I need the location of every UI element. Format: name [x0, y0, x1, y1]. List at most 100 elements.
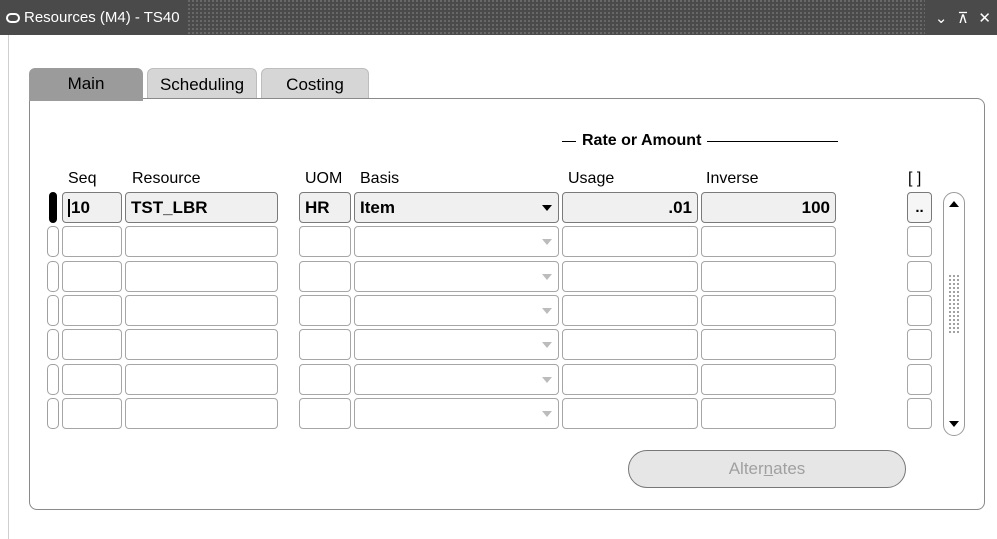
tab-main[interactable]: Main [29, 68, 143, 100]
title-bar: Resources (M4) - TS40 ⌄ ⊼ ✕ [0, 0, 997, 35]
usage-field[interactable] [562, 261, 698, 292]
row-indicator[interactable] [47, 261, 59, 292]
basis-select[interactable] [354, 295, 559, 326]
inverse-field[interactable] [701, 329, 836, 360]
more-button-label: .. [915, 199, 924, 216]
scroll-down-icon[interactable] [946, 416, 962, 432]
tab-costing[interactable]: Costing [261, 68, 369, 100]
chevron-down-icon[interactable] [542, 376, 552, 383]
close-icon[interactable]: ✕ [978, 9, 991, 27]
row-indicator[interactable] [47, 226, 59, 257]
inverse-field[interactable] [701, 261, 836, 292]
row-indicator[interactable] [47, 329, 59, 360]
basis-select[interactable] [354, 261, 559, 292]
more-button[interactable] [907, 329, 932, 360]
basis-select[interactable] [354, 226, 559, 257]
resource-field[interactable] [125, 364, 278, 395]
chevron-down-icon[interactable] [542, 307, 552, 314]
usage-field[interactable] [562, 329, 698, 360]
seq-field[interactable] [62, 364, 122, 395]
more-button[interactable] [907, 295, 932, 326]
basis-select[interactable] [354, 329, 559, 360]
uom-field[interactable] [299, 398, 351, 429]
seq-field[interactable] [62, 329, 122, 360]
basis-select[interactable] [354, 364, 559, 395]
more-button[interactable] [907, 226, 932, 257]
resource-field[interactable] [125, 295, 278, 326]
row-indicator[interactable] [47, 295, 59, 326]
seq-field[interactable] [62, 226, 122, 257]
more-button[interactable]: .. [907, 192, 932, 223]
maximize-icon[interactable]: ⊼ [957, 9, 968, 27]
uom-field[interactable] [299, 261, 351, 292]
active-tab-connector [29, 98, 143, 101]
inverse-field[interactable] [701, 398, 836, 429]
inverse-field[interactable] [701, 226, 836, 257]
basis-select-value: Item [360, 197, 395, 217]
inverse-field[interactable] [701, 364, 836, 395]
uom-field-value: HR [305, 197, 330, 217]
minimize-icon[interactable]: ⌄ [935, 9, 948, 27]
more-button[interactable] [907, 364, 932, 395]
resource-field-value: TST_LBR [131, 197, 208, 217]
col-header-inverse: Inverse [706, 170, 759, 187]
title-area: Resources (M4) - TS40 [0, 0, 188, 35]
more-button[interactable] [907, 398, 932, 429]
usage-field[interactable] [562, 398, 698, 429]
alternates-label-post: ates [773, 459, 806, 478]
resource-field[interactable]: TST_LBR [125, 192, 278, 223]
tab-costing-label: Costing [286, 74, 344, 94]
inverse-field[interactable] [701, 295, 836, 326]
resource-field[interactable] [125, 226, 278, 257]
chevron-down-icon[interactable] [542, 238, 552, 245]
usage-field-value: .01 [668, 197, 692, 217]
resource-field[interactable] [125, 329, 278, 360]
alternates-label-pre: Alter [728, 459, 764, 478]
inverse-field-value: 100 [801, 197, 830, 217]
col-header-usage: Usage [568, 170, 615, 187]
uom-field[interactable] [299, 295, 351, 326]
seq-field[interactable] [62, 398, 122, 429]
chevron-down-icon[interactable] [542, 410, 552, 417]
window-menu-icon[interactable] [6, 12, 20, 23]
group-label-text: Rate or Amount [582, 132, 702, 149]
rate-or-amount-group: Rate or Amount [562, 131, 838, 151]
seq-field[interactable] [62, 295, 122, 326]
alternates-label-mnemonic: n [763, 459, 774, 478]
chevron-down-icon[interactable] [542, 341, 552, 348]
uom-field[interactable] [299, 329, 351, 360]
inverse-field[interactable]: 100 [701, 192, 836, 223]
group-line-left [562, 140, 576, 142]
row-indicator[interactable] [47, 364, 59, 395]
col-header-seq: Seq [68, 170, 97, 187]
resource-field[interactable] [125, 398, 278, 429]
resource-field[interactable] [125, 261, 278, 292]
seq-field[interactable]: 10 [62, 192, 122, 223]
basis-select[interactable] [354, 398, 559, 429]
tab-scheduling[interactable]: Scheduling [147, 68, 257, 100]
chevron-down-icon[interactable] [542, 204, 552, 211]
scroll-up-icon[interactable] [946, 196, 962, 212]
row-indicator[interactable] [47, 398, 59, 429]
seq-field-value: 10 [71, 197, 90, 217]
more-button[interactable] [907, 261, 932, 292]
col-header-basis: Basis [360, 170, 400, 187]
col-header-more: [ ] [908, 170, 922, 187]
seq-field[interactable] [62, 261, 122, 292]
uom-field[interactable] [299, 364, 351, 395]
usage-field[interactable] [562, 295, 698, 326]
uom-field[interactable]: HR [299, 192, 351, 223]
uom-field[interactable] [299, 226, 351, 257]
group-line-right [707, 140, 838, 142]
scroll-thumb[interactable] [949, 275, 959, 335]
usage-field[interactable] [562, 226, 698, 257]
tab-scheduling-label: Scheduling [159, 74, 245, 94]
col-header-uom: UOM [305, 170, 343, 187]
chevron-down-icon[interactable] [542, 273, 552, 280]
vertical-scrollbar[interactable] [943, 192, 965, 436]
alternates-button[interactable]: Alter n ates [628, 450, 906, 488]
usage-field[interactable]: .01 [562, 192, 698, 223]
usage-field[interactable] [562, 364, 698, 395]
basis-select[interactable]: Item [354, 192, 559, 223]
row-indicator[interactable] [49, 192, 57, 223]
